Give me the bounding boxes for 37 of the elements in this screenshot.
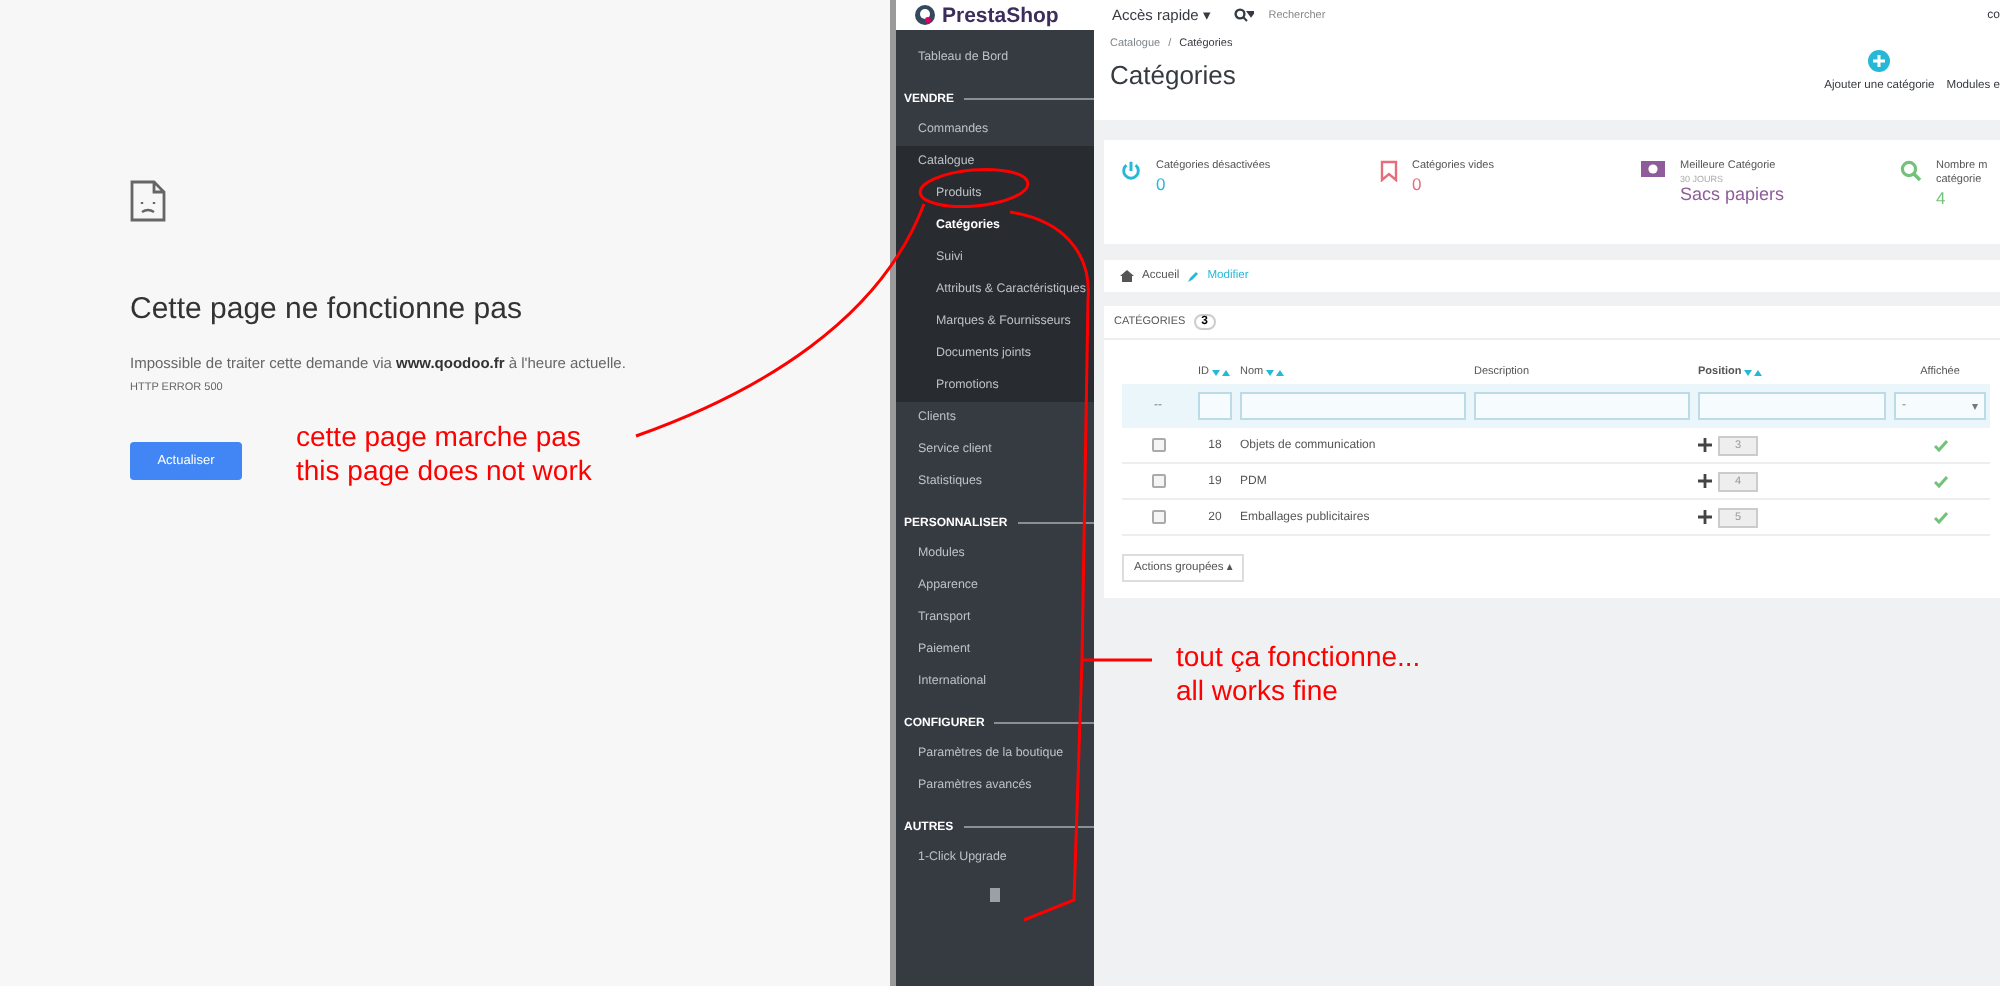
check-icon[interactable] — [1933, 475, 1947, 487]
filter-field[interactable] — [1198, 392, 1232, 420]
broken-page-icon — [130, 180, 166, 222]
add-icon — [1868, 50, 1891, 72]
row-checkbox[interactable] — [1151, 510, 1165, 524]
row-checkbox[interactable] — [1151, 438, 1165, 452]
filter-field[interactable] — [1474, 392, 1690, 420]
home-icon — [1120, 270, 1134, 282]
kpi-value: Sacs papiers — [1680, 184, 1785, 205]
annotation-circle — [918, 167, 1030, 209]
drag-icon[interactable] — [1698, 474, 1712, 488]
sort-icon[interactable] — [1265, 367, 1284, 377]
check-icon[interactable] — [1933, 439, 1947, 451]
kpi-value: 0 — [1412, 174, 1424, 195]
bookmark-icon — [1380, 160, 1398, 182]
kpi-value: 0 — [1156, 174, 1168, 195]
error-title: Cette page ne fonctionne pas — [130, 292, 524, 326]
filter-field[interactable] — [1698, 392, 1886, 420]
sort-icon[interactable] — [1743, 367, 1762, 377]
drag-icon[interactable] — [1698, 510, 1712, 524]
sort-icon[interactable] — [1211, 367, 1229, 377]
row-checkbox[interactable] — [1151, 474, 1165, 488]
filter-field[interactable] — [1240, 392, 1466, 420]
annotation-text: this page does not work — [296, 454, 592, 488]
annotation-text: all works fine — [1176, 674, 1340, 708]
page-title: Catégories — [1110, 60, 1238, 90]
check-icon[interactable] — [1933, 511, 1947, 523]
search-icon[interactable] — [1234, 8, 1255, 22]
kpi-value: 4 — [1936, 188, 1948, 209]
annotation-text: tout ça fonctionne... — [1176, 640, 1421, 674]
banknote-icon — [1640, 160, 1666, 178]
brand-name: PrestaShop — [942, 3, 1059, 27]
drag-icon[interactable] — [1698, 438, 1712, 452]
pencil-icon — [1187, 270, 1200, 282]
annotation-text: cette page marche pas — [296, 420, 583, 454]
power-icon — [1120, 160, 1142, 182]
search-icon — [1900, 160, 1922, 182]
